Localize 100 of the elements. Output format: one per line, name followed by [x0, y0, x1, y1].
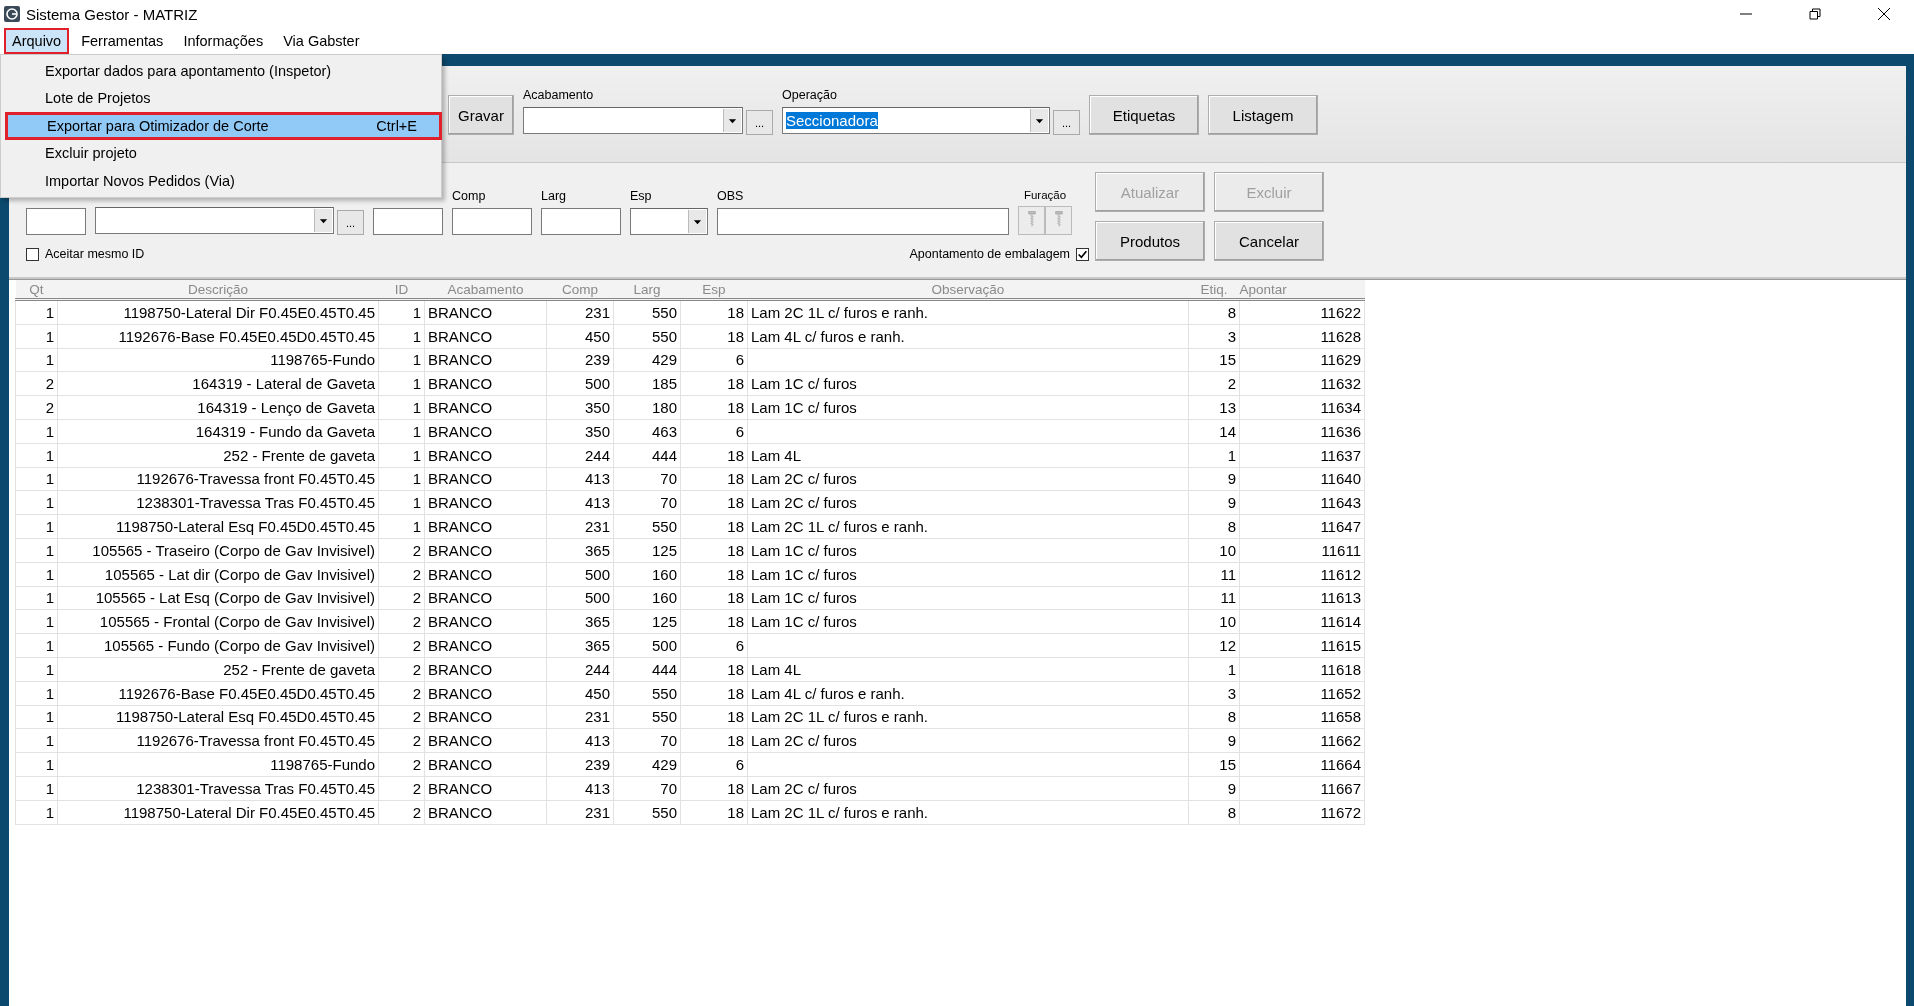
table-cell: BRANCO: [424, 324, 547, 349]
table-cell: 11622: [1239, 299, 1365, 325]
table-cell: 1192676-Travessa front F0.45T0.45: [57, 728, 379, 753]
table-cell: 11: [1188, 562, 1240, 587]
table-cell: BRANCO: [424, 371, 547, 396]
table-cell: 8: [1188, 800, 1240, 825]
table-cell: 11: [1188, 586, 1240, 610]
table-cell: 70: [613, 776, 681, 801]
button[interactable]: Produtos: [1095, 221, 1205, 261]
menu-item[interactable]: Exportar para Otimizador de Corte Ctrl+E: [5, 112, 442, 140]
table-cell: 231: [546, 299, 614, 325]
table-cell: Lam 2C 1L c/ furos e ranh.: [747, 800, 1189, 825]
dropdown-field[interactable]: [523, 107, 743, 134]
table-cell: 2: [378, 586, 425, 610]
checkbox-label: Aceitar mesmo ID: [45, 247, 145, 261]
table-cell: BRANCO: [424, 490, 547, 515]
browse-button[interactable]: ...: [746, 110, 773, 135]
browse-button[interactable]: ...: [1053, 110, 1080, 135]
dropdown-field[interactable]: Seccionadora: [782, 107, 1050, 134]
input-field[interactable]: [26, 208, 86, 235]
table-cell: 14: [1188, 419, 1240, 444]
menu-item[interactable]: Excluir projeto: [3, 139, 439, 167]
window-title: Sistema Gestor - MATRIZ: [26, 5, 198, 23]
table-cell: 1: [15, 752, 58, 777]
table-cell: 11658: [1239, 705, 1365, 729]
menu-item[interactable]: Importar Novos Pedidos (Via): [3, 167, 439, 195]
table-cell: 1: [378, 490, 425, 515]
dropdown-field[interactable]: [630, 208, 708, 235]
table-cell: 500: [546, 371, 614, 396]
table-cell: BRANCO: [424, 467, 547, 491]
table-cell: 350: [546, 419, 614, 444]
table-cell: 70: [613, 728, 681, 753]
menu-item[interactable]: Exportar dados para apontamento (Inspetor): [3, 57, 439, 85]
checkbox[interactable]: [26, 247, 39, 261]
input-field[interactable]: [541, 208, 621, 235]
table-cell: 1: [15, 681, 58, 706]
table-cell: 18: [680, 776, 748, 801]
table-cell: BRANCO: [424, 419, 547, 444]
table-cell: 231: [546, 800, 614, 825]
button[interactable]: Cancelar: [1214, 221, 1324, 261]
menu-item[interactable]: Lote de Projetos: [3, 84, 439, 112]
table-cell: 15: [1188, 348, 1240, 372]
table-cell: 11647: [1239, 514, 1365, 539]
table-cell: 1192676-Travessa front F0.45T0.45: [57, 467, 379, 491]
button[interactable]: Etiquetas: [1089, 95, 1199, 135]
table-cell: 18: [680, 657, 748, 682]
restore-icon[interactable]: [1809, 8, 1821, 20]
table-cell: BRANCO: [424, 728, 547, 753]
table-cell: 8: [1188, 299, 1240, 325]
table-cell: BRANCO: [424, 633, 547, 658]
menu-item[interactable]: Arquivo: [4, 28, 70, 54]
table-cell: 18: [680, 538, 748, 563]
table-cell: 9: [1188, 467, 1240, 491]
table-cell: 2: [378, 609, 425, 634]
table-cell: 9: [1188, 490, 1240, 515]
menu-item[interactable]: Informações: [175, 28, 272, 54]
close-icon[interactable]: [1878, 8, 1890, 20]
table-cell: 105565 - Lat dir (Corpo de Gav Invisivel): [57, 562, 379, 587]
table-cell: 244: [546, 443, 614, 468]
table-cell: 1: [15, 633, 58, 658]
table-cell: 239: [546, 348, 614, 372]
checkbox[interactable]: [1076, 247, 1089, 261]
table-cell: Lam 1C c/ furos: [747, 562, 1189, 587]
table-cell: Lam 2C 1L c/ furos e ranh.: [747, 299, 1189, 325]
table-cell: 1: [15, 419, 58, 444]
input-field[interactable]: [373, 208, 443, 235]
table-cell: 2: [378, 728, 425, 753]
table-cell: 1: [378, 348, 425, 372]
dropdown-field[interactable]: [95, 207, 334, 234]
app-icon: [4, 6, 20, 22]
table-cell: 11643: [1239, 490, 1365, 515]
button[interactable]: Gravar: [448, 95, 514, 135]
table-cell: 365: [546, 633, 614, 658]
input-field[interactable]: [717, 208, 1009, 235]
table-cell: 1: [15, 490, 58, 515]
table-cell: 12: [1188, 633, 1240, 658]
table-cell: 550: [613, 324, 681, 349]
input-field[interactable]: [452, 208, 532, 235]
table-cell: 160: [613, 586, 681, 610]
table-cell: 125: [613, 609, 681, 634]
table-cell: 2: [378, 800, 425, 825]
button[interactable]: Listagem: [1208, 95, 1318, 135]
table-cell: BRANCO: [424, 443, 547, 468]
menu-item[interactable]: Via Gabster: [275, 28, 368, 54]
table-cell: BRANCO: [424, 657, 547, 682]
table-cell: 1238301-Travessa Tras F0.45T0.45: [57, 490, 379, 515]
menu-item[interactable]: Ferramentas: [73, 28, 172, 54]
table-cell: 9: [1188, 776, 1240, 801]
table-cell: 1: [378, 443, 425, 468]
table-cell: 18: [680, 299, 748, 325]
table-cell: 365: [546, 609, 614, 634]
table-cell: 11628: [1239, 324, 1365, 349]
browse-button[interactable]: ...: [337, 210, 364, 235]
table-cell: 18: [680, 681, 748, 706]
table-cell: 3: [1188, 324, 1240, 349]
table-cell: 185: [613, 371, 681, 396]
table-cell: 18: [680, 324, 748, 349]
table-cell: Lam 1C c/ furos: [747, 538, 1189, 563]
field-label: OBS: [717, 189, 745, 203]
table-cell: 105565 - Traseiro (Corpo de Gav Invisivel): [57, 538, 379, 563]
